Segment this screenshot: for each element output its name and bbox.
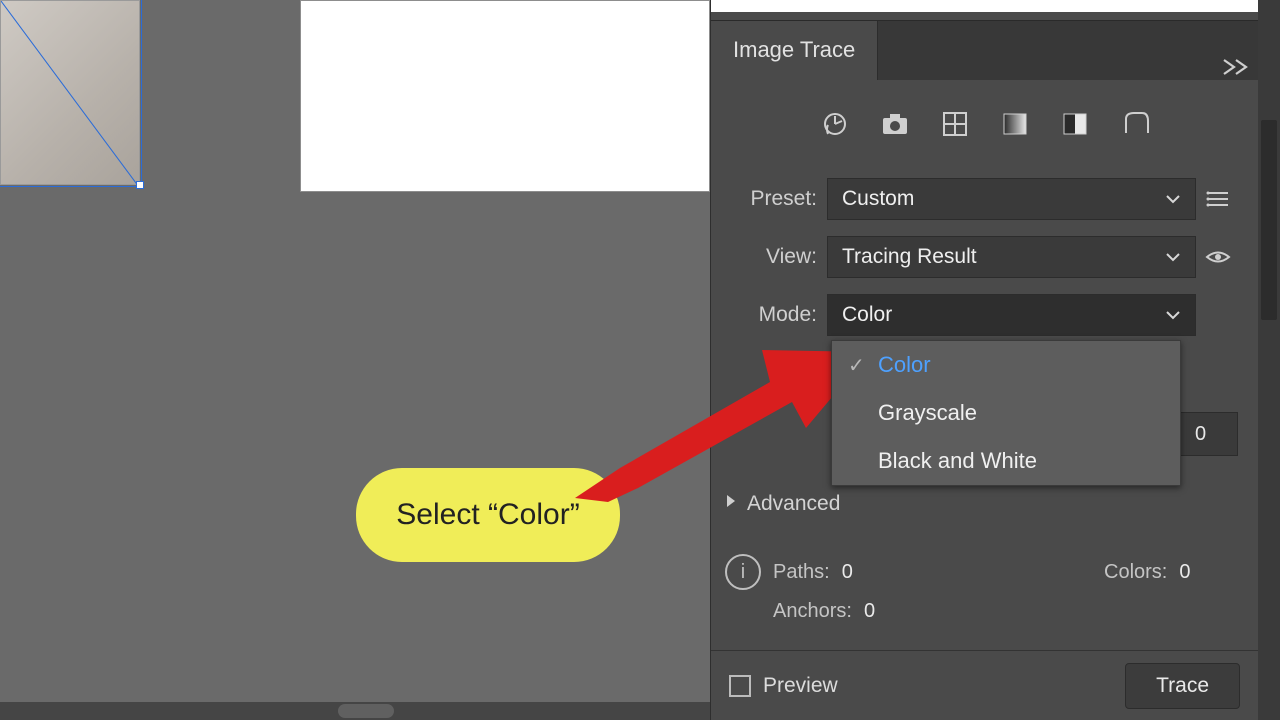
anchors-label: Anchors: [773, 600, 852, 623]
preset-row: Preset: Custom [711, 170, 1258, 228]
eye-icon[interactable] [1196, 248, 1240, 266]
selected-image-thumb[interactable] [0, 0, 140, 185]
panel-header: Image Trace [711, 20, 1258, 80]
paths-label: Paths: [773, 561, 830, 584]
chevron-down-icon [1165, 189, 1181, 210]
mode-option-grayscale[interactable]: Grayscale [832, 389, 1180, 437]
resize-handle[interactable] [136, 181, 144, 189]
mode-select[interactable]: Color [827, 294, 1196, 336]
panel-footer: Preview Trace [711, 650, 1258, 720]
auto-color-icon[interactable] [818, 107, 852, 141]
preset-quick-icons [711, 96, 1258, 152]
preview-label: Preview [763, 674, 838, 698]
view-row: View: Tracing Result [711, 228, 1258, 286]
preview-checkbox[interactable]: Preview [729, 674, 838, 698]
outline-icon[interactable] [1118, 107, 1152, 141]
tab-image-trace[interactable]: Image Trace [711, 21, 878, 80]
annotation-arrow [560, 332, 870, 502]
camera-icon[interactable] [878, 107, 912, 141]
chevron-down-icon [1165, 305, 1181, 326]
preset-value: Custom [842, 187, 914, 211]
preset-label: Preset: [711, 187, 827, 211]
checkbox-box-icon [729, 675, 751, 697]
anchors-value: 0 [864, 600, 875, 623]
mode-option-black-and-white[interactable]: Black and White [832, 437, 1180, 485]
chevron-down-icon [1165, 247, 1181, 268]
colors-value: 0 [1179, 561, 1190, 584]
preset-menu-icon[interactable] [1196, 189, 1240, 209]
gradient-icon[interactable] [998, 107, 1032, 141]
view-value: Tracing Result [842, 245, 977, 269]
grid-icon[interactable] [938, 107, 972, 141]
paths-value: 0 [842, 561, 853, 584]
bw-icon[interactable] [1058, 107, 1092, 141]
view-label: View: [711, 245, 827, 269]
mode-label: Mode: [711, 303, 827, 327]
trace-button[interactable]: Trace [1125, 663, 1240, 709]
view-select[interactable]: Tracing Result [827, 236, 1196, 278]
canvas-area [0, 0, 710, 220]
mode-option-color[interactable]: Color [832, 341, 1180, 389]
collapse-panel-button[interactable] [1222, 56, 1248, 82]
app-side-dock [1258, 0, 1280, 720]
mode-dropdown: Color Grayscale Black and White [831, 340, 1181, 486]
mode-value: Color [842, 303, 892, 327]
trace-stats: i Paths: 0 Colors: 0 Anchors: 0 [725, 554, 1244, 623]
info-icon: i [725, 554, 761, 590]
colors-label: Colors: [1104, 561, 1167, 584]
preset-select[interactable]: Custom [827, 178, 1196, 220]
artboard[interactable] [300, 0, 710, 192]
bottom-pill [338, 704, 394, 718]
